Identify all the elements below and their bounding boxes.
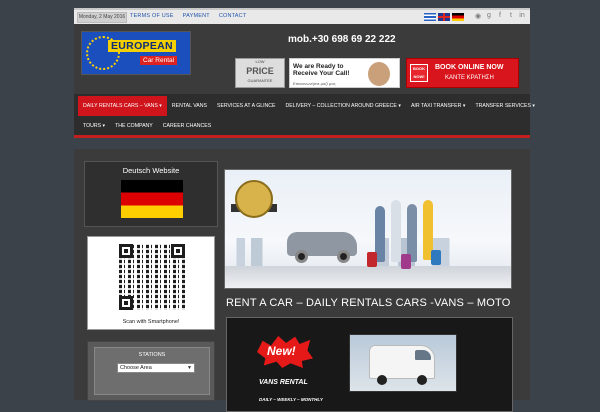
payment-link[interactable]: PAYMENT xyxy=(183,13,210,19)
van-window xyxy=(415,350,431,360)
logo-title: EUROPEAN xyxy=(108,40,176,52)
wheel-icon xyxy=(337,250,350,263)
qr-finder-icon xyxy=(119,244,133,258)
contact-link[interactable]: CONTACT xyxy=(219,13,247,19)
greek-flag-icon[interactable] xyxy=(424,13,436,21)
book-online-label: BOOK ONLINE NOW xyxy=(435,64,504,71)
social-links: ◉ g f t in xyxy=(474,12,526,20)
german-flag-icon[interactable] xyxy=(121,180,183,218)
stations-select[interactable]: Choose Area ▼ xyxy=(117,363,195,373)
nav-tours[interactable]: TOURS ▾ xyxy=(78,116,110,136)
book-online-button[interactable]: BOOK NOW! BOOK ONLINE NOW ΚΑΝΤΕ ΚΡΑΤΗΣΗ xyxy=(406,58,519,88)
main-navigation: DAILY RENTALS CARS – VANS ▾ RENTAL VANS … xyxy=(74,94,535,138)
nav-transfer-services[interactable]: TRANSFER SERVICES ▾ xyxy=(470,96,540,116)
low-price-badge[interactable]: LOW PRICE GUARANTEE xyxy=(235,58,285,88)
top-links: TERMS OF USE PAYMENT CONTACT xyxy=(130,13,246,19)
luggage-icon xyxy=(431,250,441,265)
stations-widget: STATIONS Choose Area ▼ xyxy=(87,341,215,401)
low-price-main: PRICE xyxy=(246,66,274,76)
logo-subtitle: Car Rental xyxy=(140,56,178,65)
nav-services[interactable]: SERVICES AT A GLINCE xyxy=(212,96,281,116)
nav-delivery[interactable]: DELIVERY – COLLECTION AROUND GREECE ▾ xyxy=(281,96,406,116)
wheel-icon xyxy=(417,375,427,385)
terms-of-use-link[interactable]: TERMS OF USE xyxy=(130,13,174,19)
book-online-greek-label: ΚΑΝΤΕ ΚΡΑΤΗΣΗ xyxy=(445,75,494,81)
deutsch-website-widget[interactable]: Deutsch Website xyxy=(84,161,218,227)
site-header: EUROPEAN Car Rental mob.+30 698 69 22 22… xyxy=(74,24,530,94)
linkedin-icon[interactable]: in xyxy=(518,12,526,20)
qr-code-widget: Scan with Smartphone! xyxy=(87,236,215,330)
traveler-figure xyxy=(391,200,401,262)
twitter-icon[interactable]: t xyxy=(507,12,515,20)
call-banner-sub: Επικοινωνήστε μαζί μας xyxy=(293,81,336,86)
deutsch-website-title: Deutsch Website xyxy=(122,166,180,175)
page-title: RENT A CAR – DAILY RENTALS CARS -VANS – … xyxy=(226,297,511,309)
nav-daily-rentals[interactable]: DAILY RENTALS CARS – VANS ▾ xyxy=(78,96,167,116)
chevron-down-icon: ▼ xyxy=(187,365,192,371)
call-banner[interactable]: We are Ready to Receive Your Call! Επικο… xyxy=(289,58,400,88)
page: Monday, 2 May 2016 TERMS OF USE PAYMENT … xyxy=(74,8,535,412)
road xyxy=(225,266,511,288)
phone-number: mob.+30 698 69 22 222 xyxy=(288,34,396,45)
uk-flag-icon[interactable] xyxy=(438,13,450,21)
wheel-icon xyxy=(295,250,308,263)
rss-icon[interactable]: ◉ xyxy=(474,12,482,20)
site-logo[interactable]: EUROPEAN Car Rental xyxy=(81,31,191,75)
qr-caption: Scan with Smartphone! xyxy=(122,319,180,325)
stations-select-value: Choose Area xyxy=(120,365,152,371)
date-display: Monday, 2 May 2016 xyxy=(77,12,127,23)
nav-career-chances[interactable]: CAREER CHANCES xyxy=(158,116,216,136)
top-bar: Monday, 2 May 2016 TERMS OF USE PAYMENT … xyxy=(74,8,530,24)
stations-label: STATIONS xyxy=(138,352,166,358)
qr-code-icon xyxy=(119,244,185,310)
facebook-icon[interactable]: f xyxy=(496,12,504,20)
qr-finder-icon xyxy=(119,296,133,310)
banner-vans-label: VANS RENTAL xyxy=(259,379,308,386)
qr-finder-icon xyxy=(171,244,185,258)
language-flags xyxy=(424,13,464,21)
wheel-icon xyxy=(377,375,387,385)
call-banner-text: We are Ready to Receive Your Call! xyxy=(293,63,350,77)
banner-new-label: New! xyxy=(267,344,296,358)
vans-rental-banner[interactable]: New! VANS RENTAL DAILY – WEEKLY – MONTHL… xyxy=(226,317,513,412)
guarantee-seal-icon xyxy=(235,180,273,218)
stations-inner: STATIONS Choose Area ▼ xyxy=(94,347,210,395)
content-area: Deutsch Website Scan with Smartphone! ST… xyxy=(74,149,530,412)
luggage-icon xyxy=(401,254,411,269)
luggage-icon xyxy=(367,252,377,267)
google-plus-icon[interactable]: g xyxy=(485,12,493,20)
hero-image xyxy=(224,169,512,289)
book-now-tag: BOOK NOW! xyxy=(410,64,428,82)
german-flag-icon[interactable] xyxy=(452,13,464,21)
nav-air-taxi[interactable]: AIR TAXI TRANSFER ▾ xyxy=(406,96,471,116)
operator-avatar xyxy=(368,62,390,86)
nav-rental-vans[interactable]: RENTAL VANS xyxy=(167,96,212,116)
nav-the-company[interactable]: THE COMPANY xyxy=(110,116,158,136)
low-price-sub: GUARANTEE xyxy=(247,78,273,83)
